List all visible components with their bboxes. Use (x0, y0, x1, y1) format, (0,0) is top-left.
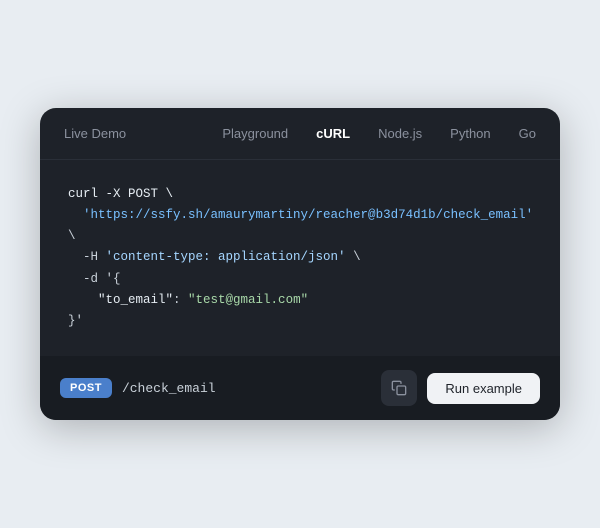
nav-item-playground[interactable]: Playground (222, 126, 288, 141)
nav-item-curl[interactable]: cURL (316, 126, 350, 141)
code-block: curl -X POST \ 'https://ssfy.sh/amauryma… (68, 184, 532, 333)
nav-bar: Live Demo Playground cURL Node.js Python… (40, 108, 560, 160)
copy-icon (391, 380, 407, 396)
demo-card: Live Demo Playground cURL Node.js Python… (40, 108, 560, 421)
footer-bar: POST /check_email Run example (40, 356, 560, 420)
code-line-4: -d '{ (68, 269, 532, 290)
copy-button[interactable] (381, 370, 417, 406)
code-line-2: 'https://ssfy.sh/amaurymartiny/reacher@b… (68, 205, 532, 248)
code-line-1: curl -X POST \ (68, 184, 532, 205)
endpoint-path: /check_email (122, 381, 371, 396)
nav-item-python[interactable]: Python (450, 126, 490, 141)
code-line-3: -H 'content-type: application/json' \ (68, 247, 532, 268)
code-line-5: "to_email": "test@gmail.com" (68, 290, 532, 311)
nav-item-nodejs[interactable]: Node.js (378, 126, 422, 141)
code-line-6: }' (68, 311, 532, 332)
method-badge: POST (60, 378, 112, 398)
run-example-button[interactable]: Run example (427, 373, 540, 404)
nav-item-live-demo[interactable]: Live Demo (64, 126, 126, 141)
nav-item-go[interactable]: Go (519, 126, 536, 141)
code-area: curl -X POST \ 'https://ssfy.sh/amauryma… (40, 160, 560, 357)
